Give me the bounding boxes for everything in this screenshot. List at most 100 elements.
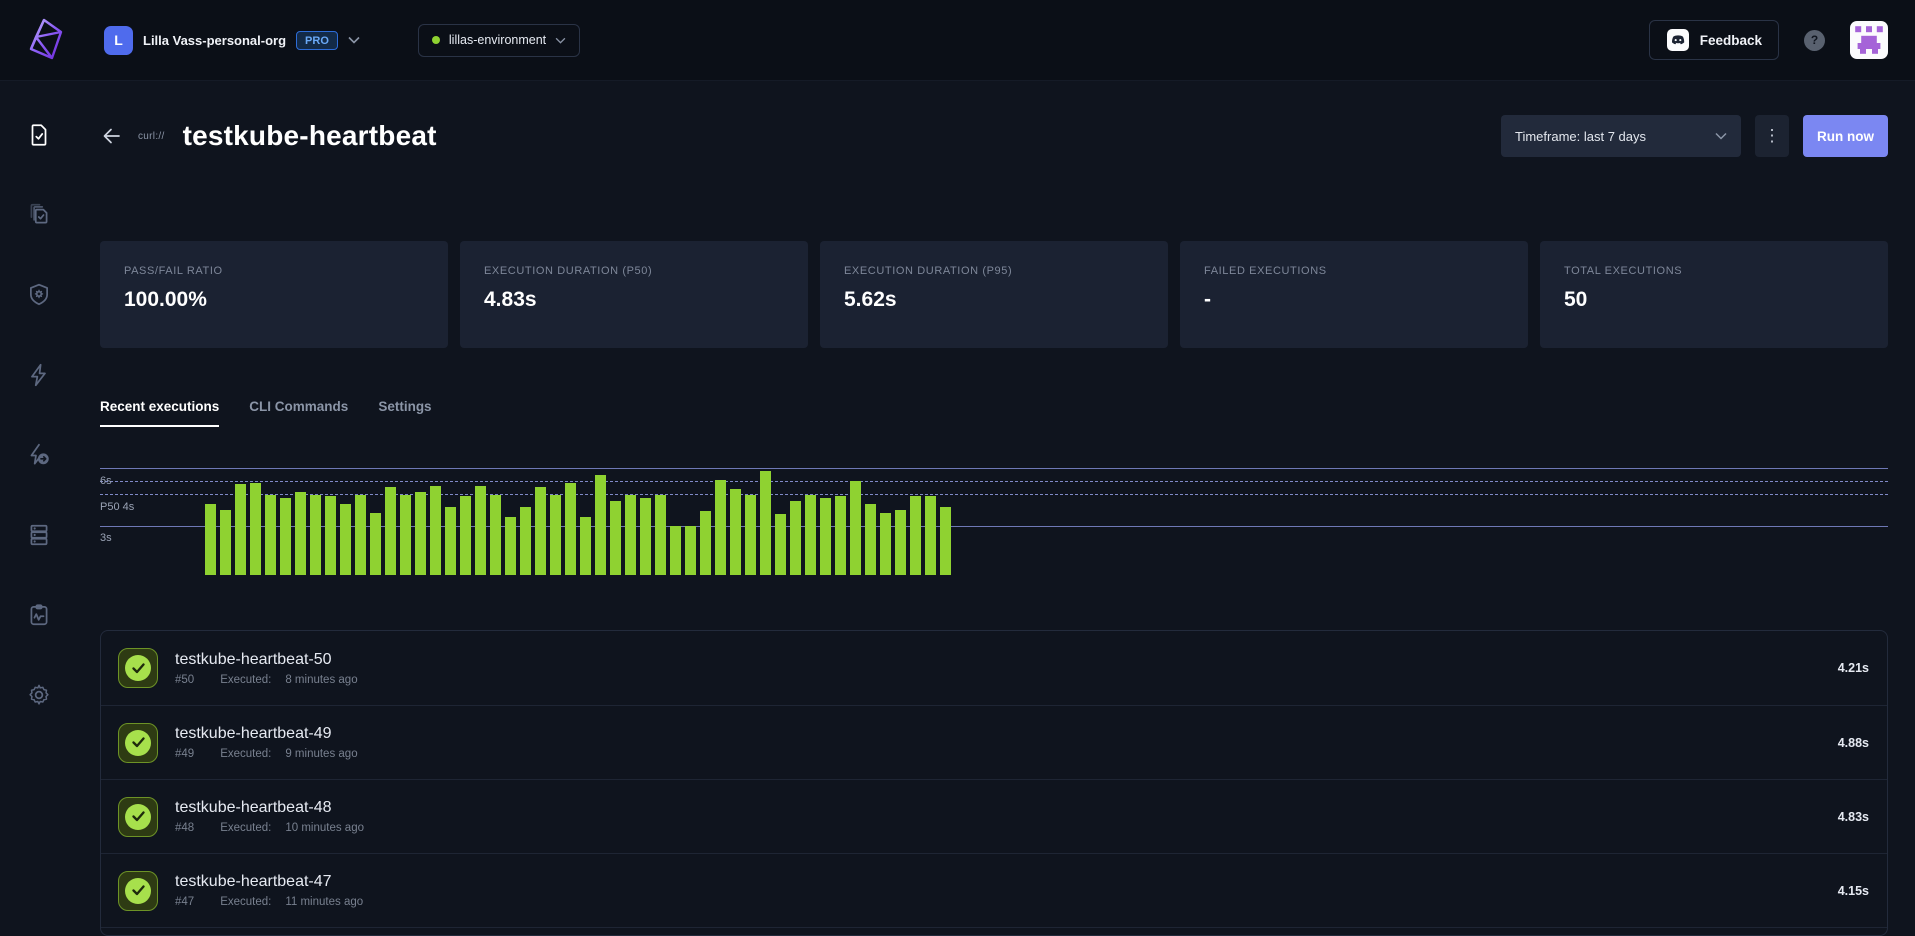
execution-name: testkube-heartbeat-47 [175, 873, 363, 891]
run-now-button[interactable]: Run now [1803, 115, 1888, 157]
duration-bar[interactable] [355, 495, 366, 576]
duration-bar[interactable] [760, 471, 771, 576]
sidebar-item-triggers[interactable] [26, 362, 52, 388]
sidebar-item-sources[interactable] [26, 522, 52, 548]
duration-bar[interactable] [730, 489, 741, 576]
sidebar-item-webhooks[interactable] [26, 442, 52, 468]
sidebar-item-test-suites[interactable] [26, 202, 52, 228]
duration-bar[interactable] [835, 496, 846, 575]
execution-row[interactable]: testkube-heartbeat-47 #47 Executed: 11 m… [101, 853, 1887, 927]
testkube-logo-icon [22, 17, 66, 63]
duration-bar[interactable] [580, 517, 591, 575]
org-selector[interactable]: L Lilla Vass-personal-org PRO [104, 26, 360, 55]
metric-value: 100.00% [124, 288, 424, 312]
duration-bar[interactable] [235, 484, 246, 575]
duration-bar[interactable] [430, 486, 441, 576]
execution-meta: #49 Executed: 9 minutes ago [175, 748, 358, 760]
help-glyph: ? [1811, 33, 1818, 47]
executed-label: Executed: [220, 822, 271, 834]
execution-time: 11 minutes ago [285, 896, 363, 908]
sidebar-item-executors[interactable] [26, 282, 52, 308]
back-arrow-icon[interactable] [100, 124, 124, 148]
org-avatar: L [104, 26, 133, 55]
duration-bar[interactable] [415, 492, 426, 576]
metric-label: EXECUTION DURATION (P50) [484, 265, 784, 277]
duration-bar[interactable] [505, 517, 516, 575]
duration-bar[interactable] [385, 487, 396, 575]
duration-bar[interactable] [325, 496, 336, 575]
sidebar-item-tests[interactable] [26, 122, 52, 148]
duration-bar[interactable] [250, 483, 261, 576]
tab-settings[interactable]: Settings [378, 399, 431, 427]
duration-bar[interactable] [310, 495, 321, 576]
duration-bar[interactable] [220, 510, 231, 576]
duration-bar[interactable] [445, 507, 456, 576]
duration-bar[interactable] [745, 495, 756, 576]
server-stack-icon [26, 522, 52, 548]
axis-label-3s: 3s [100, 532, 112, 544]
timeframe-select[interactable]: Timeframe: last 7 days [1501, 115, 1741, 157]
metric-card-total: TOTAL EXECUTIONS 50 [1540, 241, 1888, 348]
files-stack-icon [26, 202, 52, 228]
duration-bar[interactable] [550, 495, 561, 576]
execution-row-partial [101, 927, 1887, 935]
duration-bar[interactable] [805, 495, 816, 576]
duration-bar[interactable] [535, 487, 546, 575]
duration-bar[interactable] [205, 504, 216, 576]
duration-bar[interactable] [490, 495, 501, 576]
sidebar-item-status-pages[interactable] [26, 602, 52, 628]
duration-bar[interactable] [295, 492, 306, 576]
metric-value: 50 [1564, 288, 1864, 312]
duration-bar[interactable] [460, 496, 471, 575]
duration-bar[interactable] [700, 511, 711, 575]
executed-label: Executed: [220, 748, 271, 760]
main-content: curl:// testkube-heartbeat Timeframe: la… [100, 81, 1888, 936]
help-icon[interactable]: ? [1804, 30, 1825, 51]
duration-bar[interactable] [895, 510, 906, 576]
execution-number: #47 [175, 896, 194, 908]
sidebar-item-settings[interactable] [26, 682, 52, 708]
duration-bar[interactable] [265, 495, 276, 576]
feedback-label: Feedback [1700, 33, 1762, 48]
duration-bar[interactable] [370, 513, 381, 576]
feedback-button[interactable]: Feedback [1649, 20, 1779, 60]
execution-row[interactable]: testkube-heartbeat-48 #48 Executed: 10 m… [101, 779, 1887, 853]
duration-bar[interactable] [910, 496, 921, 575]
duration-bar[interactable] [340, 504, 351, 576]
metric-cards: PASS/FAIL RATIO 100.00% EXECUTION DURATI… [100, 241, 1888, 348]
user-avatar[interactable] [1850, 21, 1888, 59]
execution-row[interactable]: testkube-heartbeat-50 #50 Executed: 8 mi… [101, 631, 1887, 705]
duration-bar[interactable] [400, 495, 411, 576]
duration-bar[interactable] [670, 526, 681, 575]
tab-recent-executions[interactable]: Recent executions [100, 399, 219, 427]
execution-row[interactable]: testkube-heartbeat-49 #49 Executed: 9 mi… [101, 705, 1887, 779]
duration-bar[interactable] [865, 504, 876, 576]
tab-cli-commands[interactable]: CLI Commands [249, 399, 348, 427]
duration-bar[interactable] [820, 498, 831, 576]
metric-value: 5.62s [844, 288, 1144, 312]
duration-bar[interactable] [280, 498, 291, 576]
kebab-menu-button[interactable]: ⋮ [1755, 115, 1789, 157]
duration-bar[interactable] [775, 514, 786, 575]
duration-bar[interactable] [625, 495, 636, 576]
environment-selector[interactable]: lillas-environment [418, 24, 580, 57]
execution-info: testkube-heartbeat-49 #49 Executed: 9 mi… [175, 725, 358, 760]
duration-bar[interactable] [715, 480, 726, 576]
execution-duration: 4.83s [1838, 810, 1869, 824]
duration-bar[interactable] [685, 526, 696, 575]
pro-badge: PRO [296, 31, 338, 50]
metric-value: - [1204, 288, 1504, 312]
duration-bar[interactable] [850, 481, 861, 575]
duration-bar[interactable] [880, 513, 891, 576]
duration-bar[interactable] [925, 496, 936, 575]
duration-bar[interactable] [655, 495, 666, 576]
duration-bar[interactable] [790, 501, 801, 576]
duration-bar[interactable] [940, 507, 951, 576]
metric-label: TOTAL EXECUTIONS [1564, 265, 1864, 277]
duration-bar[interactable] [520, 507, 531, 576]
duration-bar[interactable] [595, 475, 606, 575]
duration-bar[interactable] [565, 483, 576, 576]
duration-bar[interactable] [475, 486, 486, 576]
duration-bar[interactable] [640, 498, 651, 576]
duration-bar[interactable] [610, 501, 621, 576]
